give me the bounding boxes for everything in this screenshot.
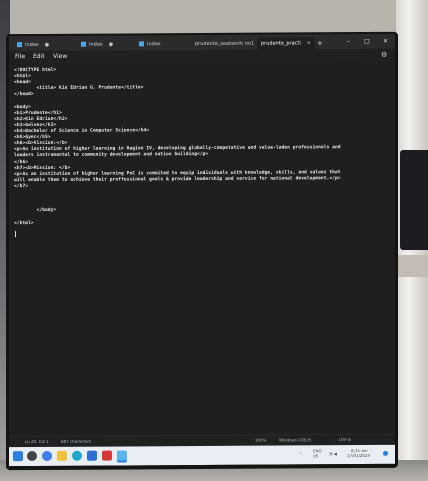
windows-start-icon[interactable]: [13, 451, 23, 462]
code-line: <body>: [14, 104, 31, 110]
menu-edit[interactable]: Edit: [33, 52, 45, 62]
code-line: </h7>: [14, 183, 29, 190]
file-explorer-icon[interactable]: [57, 450, 67, 461]
close-window-button[interactable]: ✕: [383, 36, 388, 48]
menu-file[interactable]: File: [15, 52, 25, 62]
tab-modified-dot[interactable]: ●: [45, 42, 49, 48]
code-line: </head>: [14, 92, 34, 98]
code-line: <h2>Kin Edrian</h2>: [14, 116, 68, 122]
tray-chevron-icon[interactable]: ^: [299, 451, 302, 456]
chat-icon[interactable]: [42, 450, 52, 461]
tab-practi-active[interactable]: prudente_practi ✕: [257, 37, 315, 50]
tab-label: Index: [147, 41, 161, 48]
notification-icon[interactable]: [383, 450, 388, 456]
clock-date[interactable]: 17/01/2023: [347, 453, 370, 458]
minimize-button[interactable]: –: [347, 36, 350, 48]
code-line: </h6>: [14, 159, 29, 165]
menu-bar: File Edit View ⚙: [9, 48, 395, 64]
character-count: 687 characters: [61, 438, 92, 444]
maximize-button[interactable]: □: [364, 36, 370, 48]
tab-label: Index: [25, 41, 39, 49]
edge-browser-icon[interactable]: [72, 450, 82, 461]
background-shelf: [397, 255, 428, 277]
code-line: leaders instrumental to community develo…: [14, 152, 209, 159]
line-ending[interactable]: Windows (CRLF): [279, 436, 311, 444]
code-line: <h1>Prudente</h1>: [14, 110, 62, 116]
notepad-taskbar-icon[interactable]: [117, 450, 127, 463]
code-line: <h7><b>Mission: </b>: [14, 165, 71, 171]
search-icon[interactable]: [27, 451, 37, 462]
tab-label: Index: [89, 41, 103, 48]
cursor-position: Ln 20, Col 1: [25, 438, 49, 445]
notepad-icon: [139, 41, 144, 47]
screen: Index ● Index ● Index prudente_seatwork no…: [9, 33, 395, 467]
tab-close-icon[interactable]: ✕: [307, 40, 311, 46]
new-tab-button[interactable]: +: [317, 37, 323, 49]
code-line: </html>: [14, 220, 34, 226]
taskbar: ^ ENG US ◔ ◀ 8:31 am 17/01/2023: [9, 444, 395, 467]
code-line: <h3>Galvez</h3>: [14, 122, 57, 129]
tab-label: prudente_practi: [261, 40, 301, 47]
code-line: <head>: [14, 80, 31, 86]
code-line: <html>: [14, 74, 31, 80]
code-line: <h4>Bachelor of Science in Computer Scie…: [14, 128, 150, 135]
tab-modified-dot[interactable]: ●: [109, 42, 113, 48]
code-line: <title> Kin Edrian G. Prudente</title>: [14, 85, 144, 92]
code-line: <h5>Gyec</h5>: [14, 135, 51, 141]
store-icon[interactable]: [87, 450, 97, 461]
tray-region[interactable]: US: [313, 453, 318, 458]
background-device: [400, 150, 428, 250]
notepad-icon: [17, 42, 22, 48]
notepad-icon: [81, 41, 86, 47]
code-line: </body>: [14, 208, 57, 214]
text-caret: [15, 231, 16, 238]
security-app-icon[interactable]: [102, 450, 112, 461]
encoding[interactable]: UTF-8: [339, 436, 351, 444]
code-line: <!DOCTYPE html>: [14, 67, 57, 74]
tab-label: prudente_seatwork no1: [195, 40, 255, 48]
text-editor[interactable]: <!DOCTYPE html> <html> <head> <title> Kin …: [9, 61, 395, 437]
code-line: <h6><b>Vission:</b>: [14, 141, 68, 147]
wifi-volume-icon[interactable]: ◔ ◀: [329, 451, 337, 456]
tab-index-2[interactable]: Index ●: [81, 39, 113, 51]
code-line: will enable them to achieve their proffe…: [14, 175, 341, 183]
tab-index-3[interactable]: Index: [139, 38, 161, 50]
settings-gear-icon[interactable]: ⚙: [381, 50, 387, 60]
tab-seatwork[interactable]: prudente_seatwork no1: [195, 38, 254, 50]
zoom-level[interactable]: 100%: [255, 437, 266, 445]
menu-view[interactable]: View: [53, 52, 67, 62]
tab-index-1[interactable]: Index ●: [17, 39, 49, 51]
monitor-bezel: Index ● Index ● Index prudente_seatwork no…: [6, 31, 398, 471]
